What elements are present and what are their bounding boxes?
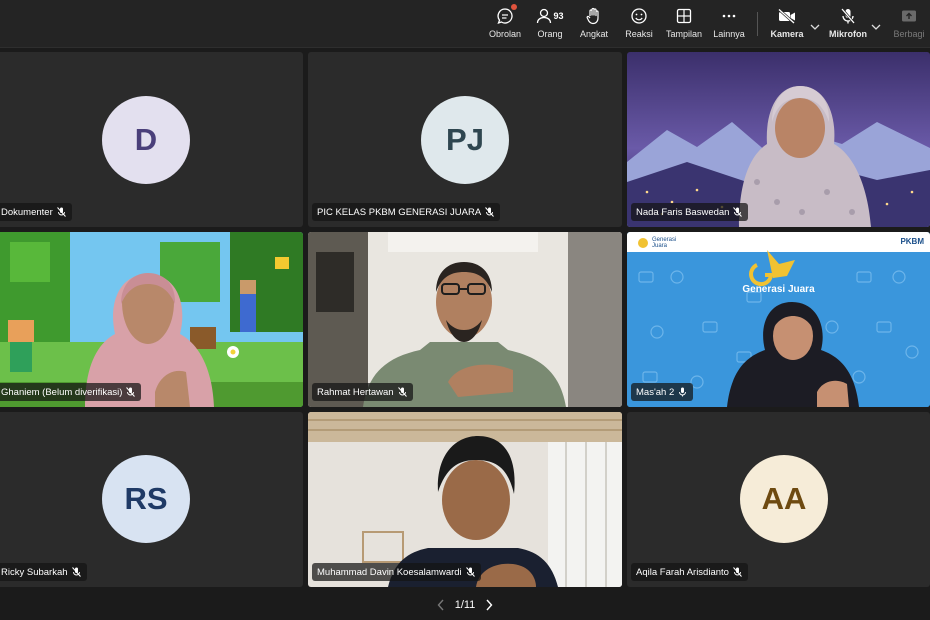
- participant-nametag: Aqila Farah Arisdianto: [631, 563, 748, 581]
- participant-name: Ghaniem (Belum diverifikasi): [1, 386, 123, 398]
- participant-nametag: Ghaniem (Belum diverifikasi): [0, 383, 142, 401]
- participant-video-tile[interactable]: Generasi Juara PKBM Generasi Juara Mas'a…: [627, 232, 930, 407]
- participant-video: [627, 52, 930, 227]
- mic-options-chevron-icon[interactable]: [871, 18, 881, 36]
- participant-nametag: Dokumenter: [0, 203, 72, 221]
- participant-name: Dokumenter: [1, 206, 53, 218]
- camera-off-icon: [777, 6, 797, 26]
- reactions-button[interactable]: Reaksi: [623, 6, 655, 44]
- participant-tile[interactable]: AA Aqila Farah Arisdianto: [627, 412, 930, 587]
- participant-video-tile[interactable]: Ghaniem (Belum diverifikasi): [0, 232, 303, 407]
- participant-video: [627, 232, 930, 407]
- share-screen-icon: [900, 6, 918, 26]
- mic-muted-icon: [465, 567, 475, 577]
- logo-icon: [638, 238, 648, 248]
- participant-nametag: PIC KELAS PKBM GENERASI JUARA: [312, 203, 501, 221]
- participant-tile[interactable]: RS Ricky Subarkah: [0, 412, 303, 587]
- chat-button[interactable]: Obrolan: [488, 4, 522, 44]
- participant-nametag: Ricky Subarkah: [0, 563, 87, 581]
- more-button[interactable]: Lainnya: [711, 6, 747, 44]
- people-icon: [537, 8, 552, 24]
- avatar: D: [102, 96, 190, 184]
- participant-name: Muhammad Davin Koesalamwardi: [317, 566, 462, 578]
- mic-muted-icon: [485, 207, 495, 217]
- chat-label: Obrolan: [488, 29, 522, 39]
- participant-video-tile[interactable]: Nada Faris Baswedan: [627, 52, 930, 227]
- participant-video: [308, 412, 622, 587]
- participant-nametag: Nada Faris Baswedan: [631, 203, 749, 221]
- participant-name: Rahmat Hertawan: [317, 386, 394, 398]
- microphone-button[interactable]: Mikrofon: [829, 6, 867, 44]
- share-button[interactable]: Berbagi: [892, 6, 926, 44]
- participant-name: Mas'ah 2: [636, 386, 675, 398]
- participant-tile[interactable]: PJ PIC KELAS PKBM GENERASI JUARA: [308, 52, 622, 227]
- brand-corner-text: PKBM: [900, 237, 924, 246]
- notification-dot: [511, 4, 517, 10]
- toolbar-divider: [757, 12, 758, 36]
- emoji-icon: [630, 6, 648, 26]
- brand-small-text: Generasi Juara: [652, 237, 677, 249]
- brand-title: Generasi Juara: [742, 284, 815, 295]
- previous-page-button[interactable]: [437, 599, 445, 611]
- people-label: Orang: [537, 29, 563, 39]
- participant-video: [308, 232, 622, 407]
- camera-options-chevron-icon[interactable]: [810, 18, 820, 36]
- participant-video-tile[interactable]: Muhammad Davin Koesalamwardi: [308, 412, 622, 587]
- mic-muted-icon: [733, 567, 742, 577]
- mic-muted-icon: [71, 567, 81, 577]
- raise-hand-label: Angkat: [579, 29, 609, 39]
- participant-nametag: Muhammad Davin Koesalamwardi: [312, 563, 481, 581]
- camera-button[interactable]: Kamera: [768, 6, 806, 44]
- share-label: Berbagi: [893, 29, 925, 39]
- participant-tile[interactable]: D Dokumenter: [0, 52, 303, 227]
- mic-muted-icon: [733, 207, 743, 217]
- people-button[interactable]: 93 Orang: [534, 6, 566, 44]
- grid-view-icon: [675, 6, 693, 26]
- chat-icon: [496, 4, 517, 26]
- page-indicator: 1/11: [454, 599, 476, 611]
- participant-nametag: Mas'ah 2: [631, 383, 694, 401]
- participant-name: Ricky Subarkah: [1, 566, 68, 578]
- mic-muted-icon: [56, 207, 66, 217]
- camera-label: Kamera: [770, 29, 804, 39]
- mic-off-icon: [839, 6, 857, 26]
- participant-name: PIC KELAS PKBM GENERASI JUARA: [317, 206, 482, 218]
- chevron-left-icon: [437, 599, 444, 611]
- participant-name: Aqila Farah Arisdianto: [636, 566, 729, 578]
- mic-muted-icon: [397, 387, 407, 397]
- gallery-pager: 1/11: [0, 590, 930, 620]
- more-label: Lainnya: [713, 29, 745, 39]
- raise-hand-button[interactable]: Angkat: [578, 6, 610, 44]
- avatar: AA: [740, 455, 828, 543]
- reactions-label: Reaksi: [625, 29, 653, 39]
- brand-logo-small: Generasi Juara: [637, 237, 678, 249]
- chevron-right-icon: [486, 599, 493, 611]
- mic-muted-icon: [126, 387, 136, 397]
- microphone-label: Mikrofon: [829, 29, 867, 39]
- view-button[interactable]: Tampilan: [666, 6, 702, 44]
- view-label: Tampilan: [665, 29, 703, 39]
- avatar: RS: [102, 455, 190, 543]
- participant-name: Nada Faris Baswedan: [636, 206, 730, 218]
- raise-hand-icon: [586, 6, 602, 26]
- participant-video-tile[interactable]: Rahmat Hertawan: [308, 232, 622, 407]
- meeting-toolbar: Obrolan 93 Orang Angkat Reaksi Tampilan …: [0, 0, 930, 48]
- avatar: PJ: [421, 96, 509, 184]
- people-count: 93: [553, 11, 564, 21]
- participant-video: [0, 232, 303, 407]
- more-icon: [720, 6, 738, 26]
- mic-on-icon: [679, 387, 687, 397]
- next-page-button[interactable]: [485, 599, 493, 611]
- participant-nametag: Rahmat Hertawan: [312, 383, 413, 401]
